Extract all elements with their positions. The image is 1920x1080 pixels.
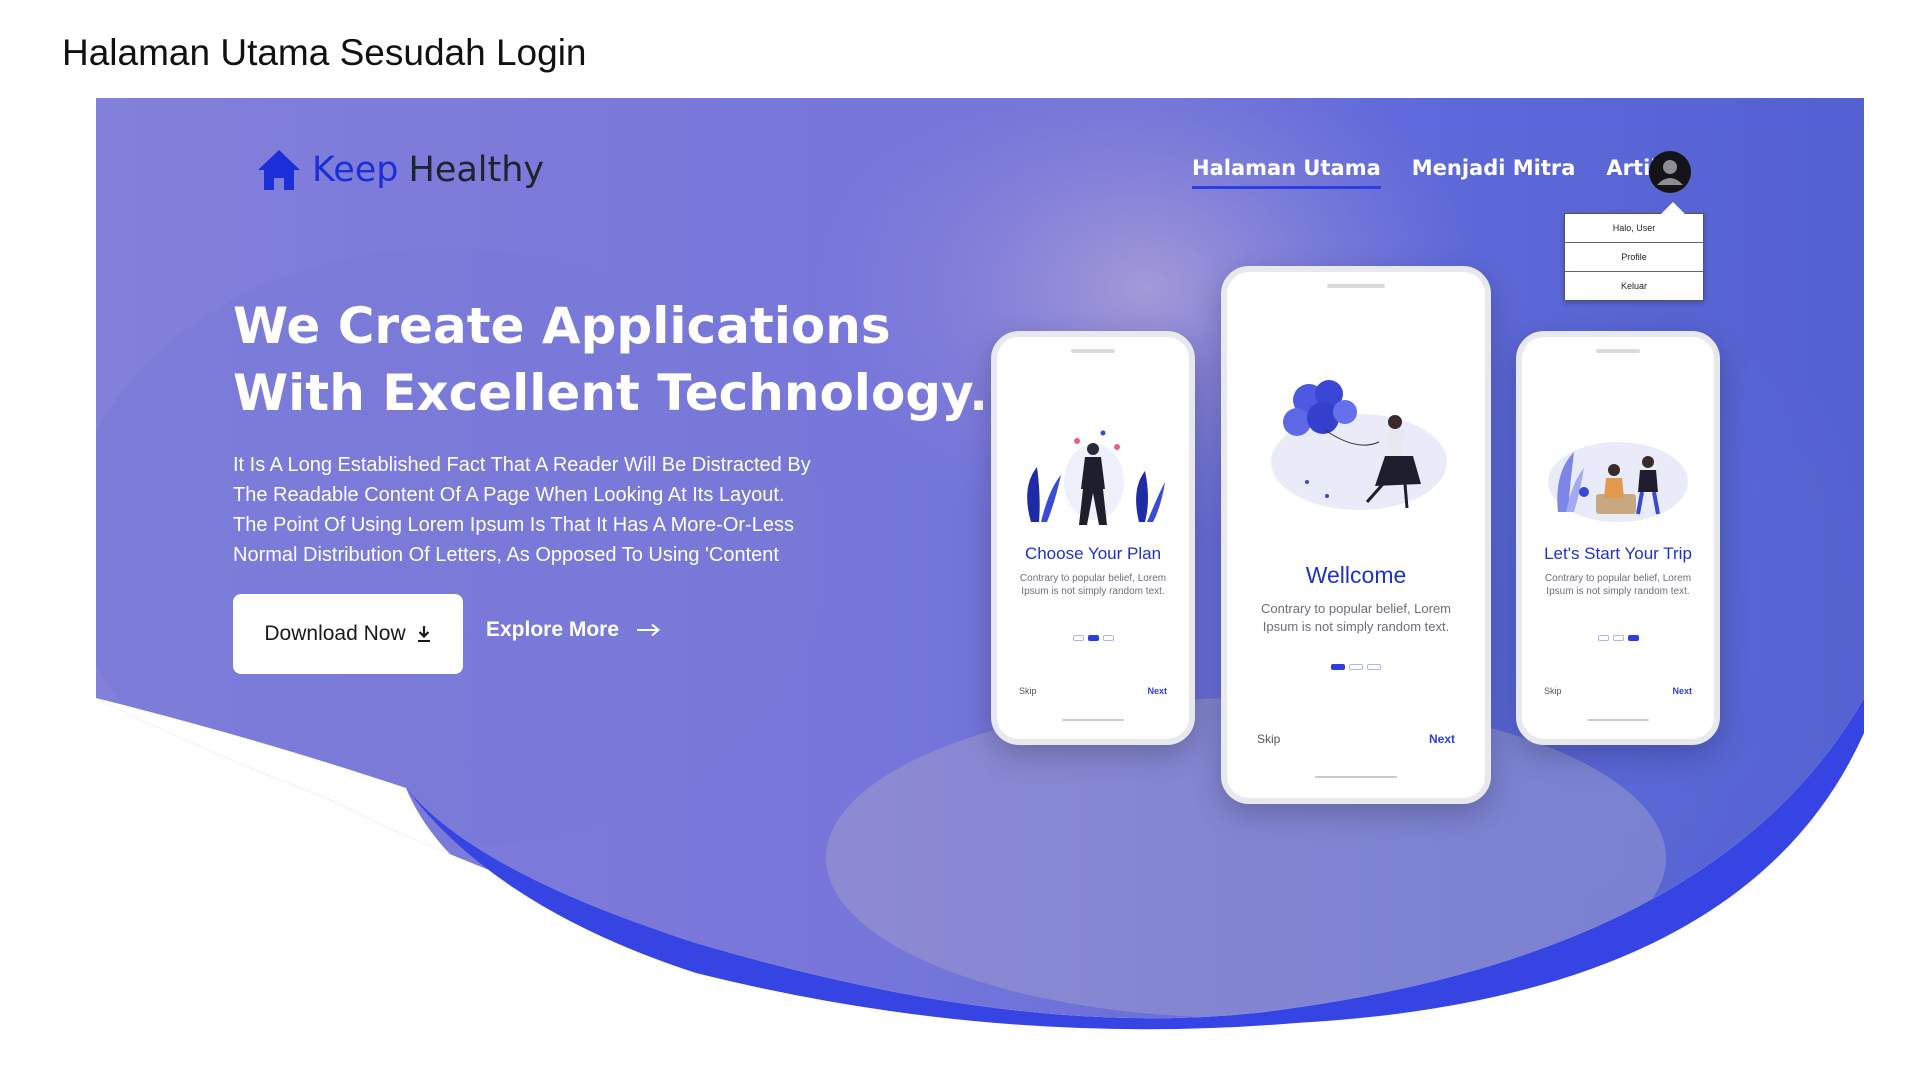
skip-button[interactable]: Skip <box>1019 686 1037 696</box>
user-dropdown-menu: Halo, User Profile Keluar <box>1564 202 1704 301</box>
home-indicator <box>1062 719 1124 721</box>
phone-text-line: Contrary to popular belief, Lorem <box>1260 601 1452 616</box>
explore-more-link[interactable]: Explore More <box>486 618 661 642</box>
brand-name-healthy: Healthy <box>408 150 545 190</box>
explore-more-label: Explore More <box>486 618 620 641</box>
page-dot <box>1367 664 1381 670</box>
user-avatar-icon[interactable] <box>1649 151 1691 193</box>
page-dot <box>1597 635 1609 641</box>
nav-item-menjadi-mitra[interactable]: Menjadi Mitra <box>1412 156 1576 186</box>
phone-title: Wellcome <box>1305 562 1407 588</box>
menu-item-profile[interactable]: Profile <box>1565 243 1703 272</box>
phone-text-line: Ipsum is not simply random text. <box>1021 586 1165 597</box>
arrow-right-icon <box>637 623 661 637</box>
page-dot-active <box>1627 635 1639 641</box>
hero-description-line: It Is A Long Established Fact That A Rea… <box>233 454 811 476</box>
skip-button[interactable]: Skip <box>1544 686 1562 696</box>
phone-text: Contrary to popular belief, Lorem Ipsum … <box>1532 572 1704 598</box>
phone-mockup-start-trip: Let's Start Your Trip Contrary to popula… <box>1516 331 1720 745</box>
hero-section: Keep Healthy Halaman Utama Menjadi Mitra… <box>96 98 1864 1033</box>
download-now-button[interactable]: Download Now <box>233 594 463 674</box>
travellers-camping-illustration <box>1548 442 1688 522</box>
brand-logo[interactable]: Keep Healthy <box>256 148 544 192</box>
hero-heading-line-2: With Excellent Technology. <box>233 364 989 422</box>
next-button[interactable]: Next <box>1672 686 1692 696</box>
next-button[interactable]: Next <box>1147 686 1167 696</box>
nav-item-halaman-utama[interactable]: Halaman Utama <box>1192 156 1381 189</box>
phone-text-line: Contrary to popular belief, Lorem <box>1544 573 1692 584</box>
page-indicator <box>1522 635 1714 641</box>
home-icon <box>258 150 300 190</box>
phone-text: Contrary to popular belief, Lorem Ipsum … <box>1237 600 1475 636</box>
phone-text-line: Ipsum is not simply random text. <box>1546 586 1690 597</box>
phone-speaker <box>1327 284 1385 288</box>
phone-speaker <box>1071 349 1115 353</box>
page-dot-active <box>1331 664 1345 670</box>
hero-description-line: The Readable Content Of A Page When Look… <box>233 484 785 506</box>
main-nav: Halaman Utama Menjadi Mitra Artikel <box>1192 156 1716 189</box>
page-dot-active <box>1087 635 1099 641</box>
phone-title: Let's Start Your Trip <box>1544 544 1692 563</box>
home-indicator <box>1315 776 1397 778</box>
hero-heading: We Create Applications With Excellent Te… <box>233 293 988 427</box>
skip-button[interactable]: Skip <box>1257 732 1280 746</box>
phone-mockup-welcome: Wellcome Contrary to popular belief, Lor… <box>1221 266 1491 804</box>
download-now-label: Download Now <box>264 622 406 645</box>
menu-item-keluar[interactable]: Keluar <box>1565 272 1703 300</box>
phone-title: Choose Your Plan <box>1024 544 1162 563</box>
page-dot <box>1072 635 1084 641</box>
phone-text-line: Contrary to popular belief, Lorem <box>1019 573 1167 584</box>
page-indicator <box>1227 664 1485 670</box>
page-indicator <box>997 635 1189 641</box>
phone-speaker <box>1596 349 1640 353</box>
hero-heading-line-1: We Create Applications <box>233 297 891 355</box>
phone-text-line: Ipsum is not simply random text. <box>1262 619 1450 634</box>
next-button[interactable]: Next <box>1429 732 1455 746</box>
phone-mockup-choose-plan: Choose Your Plan Contrary to popular bel… <box>991 331 1195 745</box>
woman-with-balloons-illustration <box>1271 380 1447 510</box>
person-with-plants-illustration <box>1027 430 1165 525</box>
page-dot <box>1102 635 1114 641</box>
hero-description-line: Normal Distribution Of Letters, As Oppos… <box>233 544 779 566</box>
document-title: Halaman Utama Sesudah Login <box>62 32 587 73</box>
phone-text: Contrary to popular belief, Lorem Ipsum … <box>1007 572 1179 598</box>
hero-description: It Is A Long Established Fact That A Rea… <box>233 450 893 570</box>
download-icon <box>417 626 430 642</box>
page-dot <box>1612 635 1624 641</box>
page-dot <box>1349 664 1363 670</box>
hero-description-line: The Point Of Using Lorem Ipsum Is That I… <box>233 514 794 536</box>
home-indicator <box>1587 719 1649 721</box>
user-greeting: Halo, User <box>1565 214 1703 243</box>
brand-name-keep: Keep <box>312 150 399 190</box>
